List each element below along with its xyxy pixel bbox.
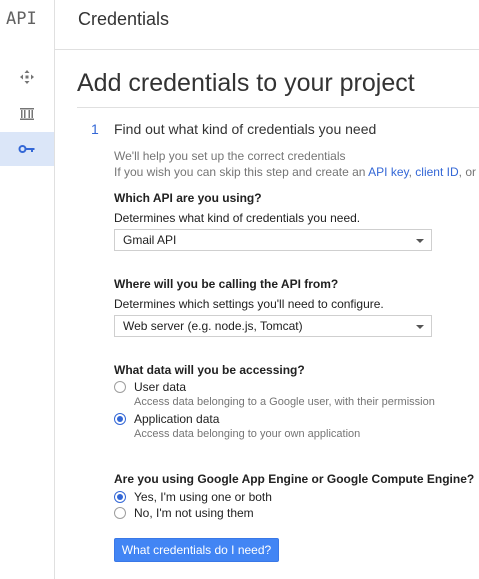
api-select[interactable]: Gmail API — [114, 229, 432, 251]
what-credentials-button[interactable]: What credentials do I need? — [114, 538, 279, 562]
calling-question-desc: Determines which settings you'll need to… — [114, 297, 384, 311]
dropdown-arrow-icon — [416, 239, 424, 243]
user-data-description: Access data belonging to a Google user, … — [134, 396, 435, 408]
application-data-radio[interactable] — [114, 413, 126, 425]
library-icon — [19, 106, 35, 122]
key-icon — [18, 143, 36, 155]
engine-yes-label[interactable]: Yes, I'm using one or both — [134, 490, 272, 504]
api-logo: API — [6, 9, 37, 29]
api-select-value: Gmail API — [123, 233, 177, 247]
calling-select-value: Web server (e.g. node.js, Tomcat) — [123, 319, 303, 333]
section-heading: Add credentials to your project — [77, 69, 415, 97]
move-icon — [19, 69, 35, 85]
api-question-desc: Determines what kind of credentials you … — [114, 211, 361, 225]
user-data-label[interactable]: User data — [134, 380, 186, 394]
api-key-link[interactable]: API key — [368, 165, 408, 179]
engine-yes-radio[interactable] — [114, 491, 126, 503]
help-text-line2: If you wish you can skip this step and c… — [114, 165, 476, 179]
help-text-line1: We'll help you set up the correct creden… — [114, 149, 346, 163]
divider — [77, 107, 479, 108]
page-title: Credentials — [78, 9, 170, 29]
top-bar: Credentials — [55, 0, 479, 50]
user-data-radio[interactable] — [114, 381, 126, 393]
engine-question-title: Are you using Google App Engine or Googl… — [114, 472, 475, 486]
api-question-title: Which API are you using? — [114, 191, 262, 205]
calling-question-title: Where will you be calling the API from? — [114, 277, 339, 291]
application-data-label[interactable]: Application data — [134, 412, 219, 426]
dropdown-arrow-icon — [416, 325, 424, 329]
application-data-description: Access data belonging to your own applic… — [134, 428, 361, 440]
help-text-prefix: If you wish you can skip this step and c… — [114, 165, 369, 179]
client-id-link[interactable]: client ID — [415, 165, 458, 179]
step-number: 1 — [91, 121, 99, 137]
help-text-suffix: , or — [458, 165, 476, 179]
step-title: Find out what kind of credentials you ne… — [114, 121, 377, 137]
sidebar: API — [0, 0, 55, 579]
calling-select[interactable]: Web server (e.g. node.js, Tomcat) — [114, 315, 432, 337]
sidebar-item-credentials[interactable] — [0, 132, 54, 166]
engine-no-radio[interactable] — [114, 507, 126, 519]
sidebar-item-dashboard[interactable] — [0, 60, 54, 94]
data-question-title: What data will you be accessing? — [114, 363, 305, 377]
sidebar-item-library[interactable] — [0, 97, 54, 131]
engine-no-label[interactable]: No, I'm not using them — [134, 506, 254, 520]
